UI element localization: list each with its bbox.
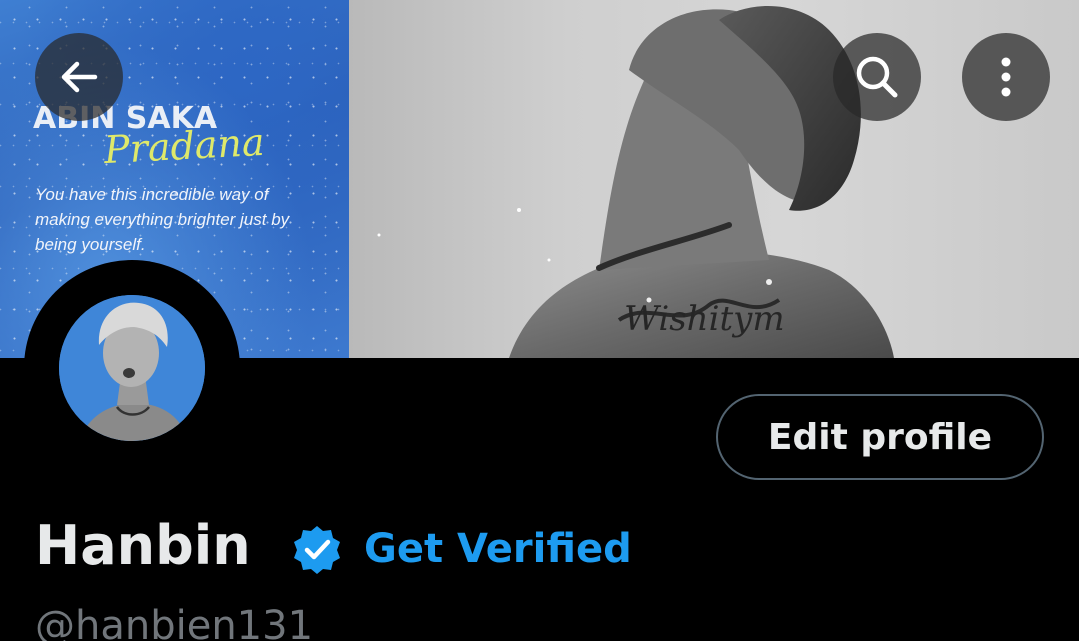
profile-screen: ABIN SAKA Pradana You have this incredib… xyxy=(0,0,1079,641)
banner-promo-text: You have this incredible way of making e… xyxy=(35,185,290,254)
user-handle: @hanbien131 xyxy=(35,603,314,641)
search-button[interactable] xyxy=(833,33,921,121)
avatar-photo xyxy=(59,295,205,441)
search-icon xyxy=(856,56,898,98)
avatar[interactable] xyxy=(59,295,205,441)
arrow-left-icon xyxy=(61,61,98,93)
banner-tattoo-text: Wishitym xyxy=(624,299,785,339)
display-name: Hanbin xyxy=(35,514,251,577)
get-verified-link[interactable]: Get Verified xyxy=(364,522,632,576)
verified-badge-icon[interactable] xyxy=(290,523,344,577)
back-button[interactable] xyxy=(35,33,123,121)
more-options-button[interactable] xyxy=(962,33,1050,121)
edit-profile-button[interactable]: Edit profile xyxy=(716,394,1044,480)
banner-promo-script: Pradana xyxy=(102,119,266,173)
more-vertical-icon xyxy=(1001,57,1011,97)
